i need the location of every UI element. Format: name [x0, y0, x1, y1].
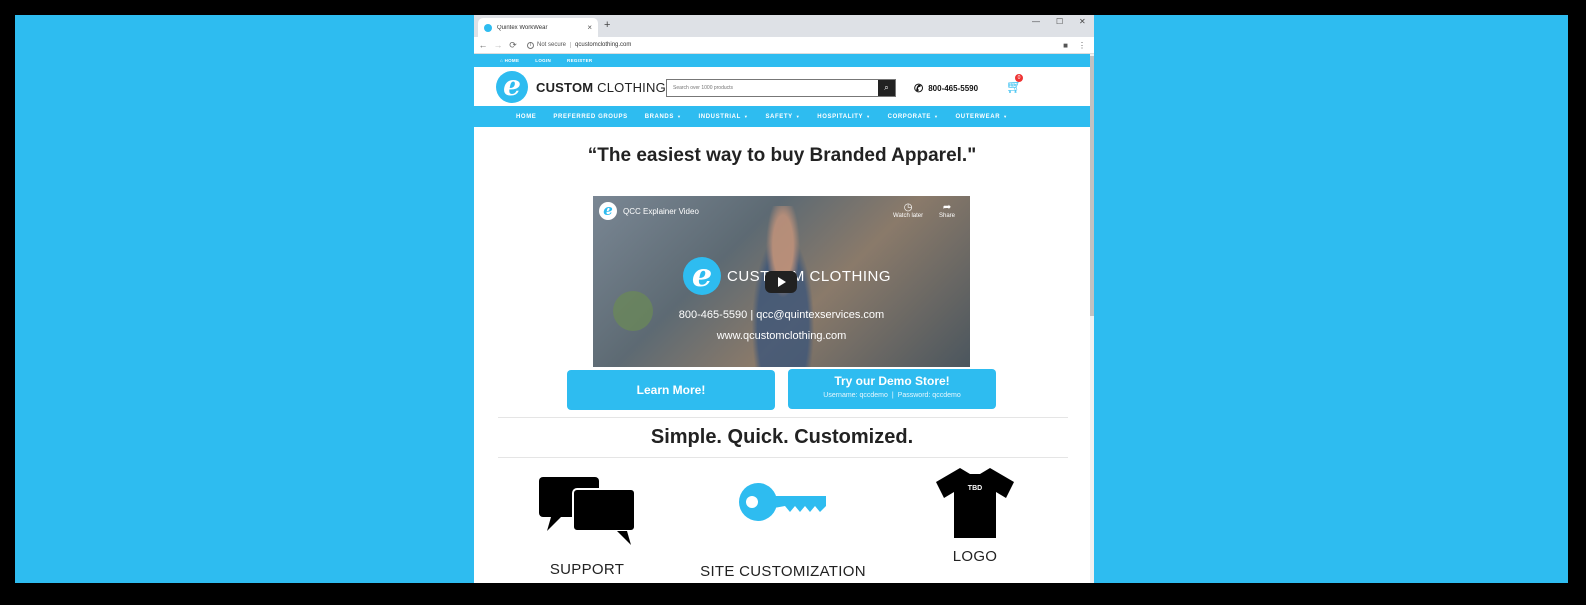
tab-close-icon[interactable]: × — [587, 23, 592, 32]
channel-logo-icon[interactable]: e — [599, 202, 617, 220]
feature-caption: SUPPORT — [549, 561, 625, 578]
video-brand-logo-icon: e — [683, 257, 721, 295]
search-button[interactable]: ⌕ — [878, 80, 895, 96]
tshirt-icon: TBD — [936, 468, 1014, 538]
url-field[interactable]: qcustomclothing.com — [570, 42, 631, 48]
learn-more-button[interactable]: Learn More! — [567, 370, 775, 410]
demo-credentials: Username: qccdemo | Password: qccdemo — [823, 392, 961, 399]
nav-hospitality[interactable]: HOSPITALITY ▼ — [817, 114, 870, 120]
chevron-down-icon: ▼ — [933, 113, 939, 119]
video-header: e QCC Explainer Video — [599, 202, 699, 220]
feature-caption: SITE CUSTOMIZATION — [700, 563, 866, 580]
chat-bubbles-icon — [539, 477, 636, 545]
chevron-down-icon: ▼ — [676, 113, 682, 119]
browser-tab[interactable]: Quintex WorkWear × — [478, 18, 598, 37]
reload-icon[interactable]: ⟳ — [507, 40, 519, 51]
phone-number: 800-465-5590 — [928, 84, 979, 93]
nav-brands[interactable]: BRANDS ▼ — [645, 114, 682, 120]
nav-outerwear[interactable]: OUTERWEAR ▼ — [956, 114, 1008, 120]
scrollbar-thumb[interactable] — [1090, 56, 1094, 316]
feature-site-customization: SITE CUSTOMIZATION — [693, 479, 873, 580]
section-heading: Simple. Quick. Customized. — [650, 426, 914, 448]
close-window-button[interactable]: ✕ — [1079, 17, 1086, 26]
watch-later-button[interactable]: ◷ Watch later — [893, 202, 923, 219]
chevron-down-icon: ▼ — [1003, 113, 1008, 119]
security-label: Not secure — [537, 42, 567, 48]
demo-store-button[interactable]: Try our Demo Store! Username: qccdemo | Pa… — [788, 369, 996, 409]
nav-safety[interactable]: SAFETY ▼ — [765, 114, 800, 120]
main-navigation: HOME PREFERRED GROUPS BRANDS ▼ INDUSTRIAL… — [474, 106, 1090, 127]
feature-support: SUPPORT — [527, 475, 647, 578]
profile-icon[interactable]: ■ — [1063, 41, 1068, 50]
divider — [498, 417, 1068, 418]
demo-store-label: Try our Demo Store! — [834, 374, 950, 388]
video-title[interactable]: QCC Explainer Video — [623, 207, 699, 216]
nav-home[interactable]: HOME — [516, 114, 536, 120]
menu-icon[interactable]: ⋮ — [1078, 41, 1086, 50]
hero-headline: “The easiest way to buy Branded Apparel.… — [587, 145, 977, 166]
nav-preferred-groups[interactable]: PREFERRED GROUPS — [553, 114, 627, 120]
minimize-button[interactable]: — — [1032, 17, 1040, 26]
chevron-down-icon: ▼ — [743, 113, 749, 119]
address-bar: ← → ⟳ i Not secure qcustomclothing.com ■… — [474, 37, 1094, 54]
cart-count-badge: 0 — [1015, 74, 1023, 82]
search-input[interactable] — [667, 80, 878, 96]
info-icon: i — [527, 41, 534, 49]
page-scrollbar[interactable] — [1090, 54, 1094, 583]
logo-icon[interactable]: e — [496, 71, 528, 103]
maximize-button[interactable]: ☐ — [1056, 17, 1063, 26]
utility-login-link[interactable]: LOGIN — [535, 58, 551, 63]
feature-logo: TBD LOGO — [915, 466, 1035, 565]
nav-corporate[interactable]: CORPORATE ▼ — [888, 114, 939, 120]
share-button[interactable]: ➦ Share — [939, 202, 955, 219]
nav-industrial[interactable]: INDUSTRIAL ▼ — [699, 114, 749, 120]
screenshot-frame: Quintex WorkWear × + — ☐ ✕ ← → ⟳ i Not s… — [0, 0, 1586, 605]
new-tab-button[interactable]: + — [604, 19, 610, 31]
video-player[interactable]: e QCC Explainer Video ◷ Watch later ➦ Sh… — [593, 196, 970, 367]
back-icon[interactable]: ← — [477, 40, 489, 50]
logo-text[interactable]: CUSTOM CLOTHING — [536, 80, 666, 95]
feature-caption: LOGO — [952, 548, 998, 565]
clock-icon: ◷ — [903, 202, 913, 213]
video-website-line: www.qcustomclothing.com — [716, 330, 847, 342]
key-icon — [739, 483, 826, 521]
forward-icon[interactable]: → — [492, 40, 504, 50]
play-button[interactable] — [765, 271, 797, 293]
phone-icon: ✆ — [914, 83, 924, 95]
divider — [498, 457, 1068, 458]
search-icon: ⌕ — [884, 83, 889, 92]
chevron-down-icon: ▼ — [795, 113, 801, 119]
favicon-icon — [484, 23, 492, 32]
search-box: ⌕ — [666, 79, 896, 97]
tab-title: Quintex WorkWear — [497, 24, 548, 31]
utility-home-link[interactable]: ⌂ HOME — [500, 58, 519, 63]
utility-links: ⌂ HOME LOGIN REGISTER — [474, 54, 1090, 67]
shirt-text: TBD — [968, 485, 982, 492]
tab-bar: Quintex WorkWear × + — ☐ ✕ — [474, 15, 1094, 37]
site-header: e CUSTOM CLOTHING ⌕ ✆ 800-465-5590 🛒︎ 0 — [474, 67, 1090, 106]
share-icon: ➦ — [942, 202, 952, 213]
utility-register-link[interactable]: REGISTER — [567, 58, 592, 63]
chevron-down-icon: ▼ — [866, 113, 871, 119]
video-contact-line: 800-465-5590 | qcc@quintexservices.com — [678, 309, 885, 321]
security-indicator[interactable]: i Not secure — [527, 41, 567, 49]
phone-contact[interactable]: ✆ 800-465-5590 — [914, 82, 978, 95]
cart-button[interactable]: 🛒︎ 0 — [1006, 74, 1023, 95]
browser-window: Quintex WorkWear × + — ☐ ✕ ← → ⟳ i Not s… — [474, 15, 1094, 583]
